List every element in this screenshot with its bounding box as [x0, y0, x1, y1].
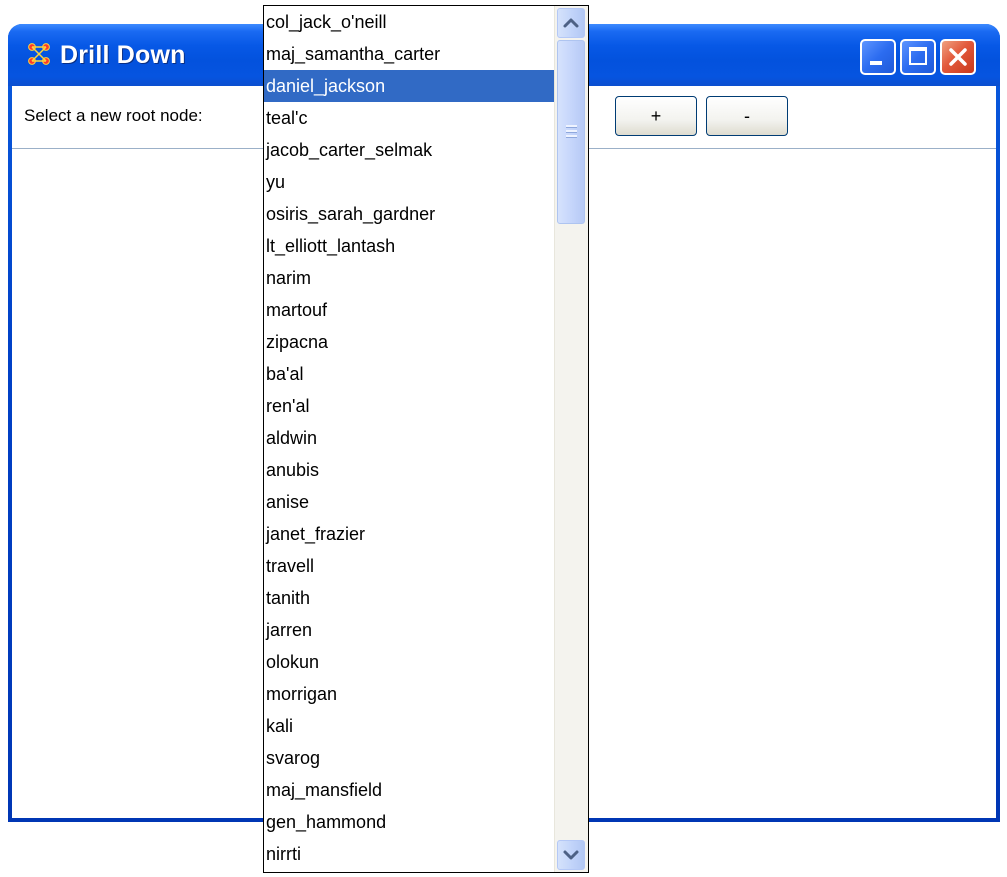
list-item[interactable]: teal'c [264, 102, 556, 134]
minimize-button[interactable] [860, 39, 896, 75]
expand-button[interactable]: + [615, 96, 697, 136]
list-item[interactable]: anubis [264, 454, 556, 486]
chevron-down-icon [563, 850, 579, 860]
list-item[interactable]: yu [264, 166, 556, 198]
list-item[interactable]: kali [264, 710, 556, 742]
collapse-button[interactable]: - [706, 96, 788, 136]
scrollbar[interactable] [554, 6, 588, 872]
list-item[interactable]: martouf [264, 294, 556, 326]
minimize-icon [870, 61, 882, 65]
node-list: col_jack_o'neill maj_samantha_carter danie… [264, 6, 556, 870]
scroll-up-button[interactable] [557, 8, 585, 38]
maximize-icon [909, 47, 927, 65]
list-item[interactable]: gen_hammond [264, 806, 556, 838]
grip-line [566, 135, 577, 138]
close-icon [949, 48, 967, 66]
list-item[interactable]: jarren [264, 614, 556, 646]
list-item[interactable]: tanith [264, 582, 556, 614]
list-item[interactable]: col_jack_o'neill [264, 6, 556, 38]
app-network-icon [28, 43, 50, 65]
list-item[interactable]: maj_mansfield [264, 774, 556, 806]
list-item[interactable]: osiris_sarah_gardner [264, 198, 556, 230]
close-button[interactable] [940, 39, 976, 75]
list-item[interactable]: ba'al [264, 358, 556, 390]
list-item[interactable]: nirrti [264, 838, 556, 870]
list-item[interactable]: morrigan [264, 678, 556, 710]
list-item[interactable]: janet_frazier [264, 518, 556, 550]
scroll-down-button[interactable] [557, 840, 585, 870]
root-node-label: Select a new root node: [24, 106, 203, 125]
list-item[interactable]: aldwin [264, 422, 556, 454]
list-item-selected[interactable]: daniel_jackson [264, 70, 556, 102]
list-item[interactable]: olokun [264, 646, 556, 678]
list-item[interactable]: lt_elliott_lantash [264, 230, 556, 262]
list-item[interactable]: narim [264, 262, 556, 294]
list-item[interactable]: jacob_carter_selmak [264, 134, 556, 166]
list-item[interactable]: zipacna [264, 326, 556, 358]
chevron-up-icon [563, 18, 579, 28]
window-title: Drill Down [60, 41, 186, 69]
scroll-thumb[interactable] [557, 40, 585, 224]
root-node-dropdown-list[interactable]: col_jack_o'neill maj_samantha_carter danie… [263, 5, 589, 873]
grip-line [566, 130, 577, 133]
list-item[interactable]: svarog [264, 742, 556, 774]
list-item[interactable]: travell [264, 550, 556, 582]
grip-line [566, 125, 577, 128]
maximize-button[interactable] [900, 39, 936, 75]
list-item[interactable]: ren'al [264, 390, 556, 422]
list-item[interactable]: anise [264, 486, 556, 518]
list-item[interactable]: maj_samantha_carter [264, 38, 556, 70]
